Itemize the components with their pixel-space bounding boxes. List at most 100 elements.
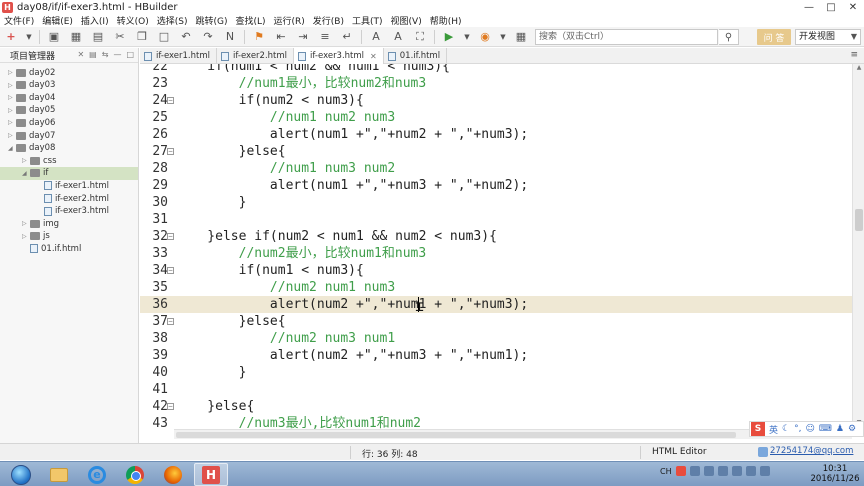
collapse-all-icon[interactable]: ▤ — [89, 50, 97, 59]
menu-file[interactable]: 文件(F) — [0, 14, 38, 27]
menu-publish[interactable]: 发行(B) — [309, 14, 348, 27]
code-line[interactable]: 35 //num2 num1 num3 — [140, 279, 852, 296]
sogou-logo-icon[interactable]: S — [751, 422, 765, 436]
collapsed-arrow-icon[interactable]: ▷ — [8, 107, 16, 114]
close-icon[interactable]: ✕ — [77, 50, 84, 59]
ime-user-icon[interactable]: ♟ — [836, 424, 844, 434]
menu-escape[interactable]: 转义(O) — [113, 14, 153, 27]
expanded-arrow-icon[interactable]: ◢ — [22, 170, 30, 177]
ime-settings-icon[interactable]: ⚙ — [848, 424, 856, 434]
network-tray-icon[interactable] — [717, 466, 728, 476]
fold-toggle-icon[interactable]: − — [167, 267, 174, 274]
fold-toggle-icon[interactable]: − — [167, 148, 174, 155]
fold-toggle-icon[interactable]: − — [167, 318, 174, 325]
ime-emoji-icon[interactable]: ☺ — [805, 424, 814, 434]
code-line[interactable]: 38 //num2 num3 num1 — [140, 330, 852, 347]
tree-folder[interactable]: ◢ if — [0, 166, 138, 180]
code-line[interactable]: 24− if(num2 < num3){ — [140, 92, 852, 109]
input-language[interactable]: CH — [660, 467, 672, 476]
preview-icon[interactable]: ▦ — [513, 29, 529, 45]
code-line[interactable]: 32− }else if(num2 < num1 && num2 < num3)… — [140, 228, 852, 245]
search-input[interactable]: 搜索（双击Ctrl） — [535, 29, 718, 45]
tree-folder[interactable]: ▷ day06 — [0, 116, 138, 129]
format-icon[interactable]: N — [222, 29, 238, 45]
menu-goto[interactable]: 跳转(G) — [191, 14, 231, 27]
menu-run[interactable]: 运行(R) — [270, 14, 309, 27]
vertical-scroll-thumb[interactable] — [855, 209, 863, 231]
tab-close-icon[interactable]: ✕ — [370, 52, 377, 61]
scroll-up-icon[interactable]: ▲ — [853, 64, 864, 74]
tree-folder[interactable]: ▷ img — [0, 217, 138, 230]
editor-tab[interactable]: if-exer1.html — [140, 48, 218, 64]
tree-folder[interactable]: ▷ js — [0, 230, 138, 243]
save-all-icon[interactable]: ▦ — [68, 29, 84, 45]
user-account-link[interactable]: 27254174@qq.com — [770, 446, 853, 456]
taskbar-hbuilder[interactable]: H — [194, 463, 228, 486]
run-icon[interactable]: ▶ — [441, 29, 457, 45]
collapsed-arrow-icon[interactable]: ▷ — [8, 132, 16, 139]
tree-folder[interactable]: ◢ day08 — [0, 142, 138, 155]
copy-icon[interactable]: ❐ — [134, 29, 150, 45]
print-icon[interactable]: ▤ — [90, 29, 106, 45]
taskbar-ie[interactable]: e — [80, 463, 114, 486]
tree-file[interactable]: if-exer2.html — [0, 192, 138, 205]
code-line[interactable]: 28 //num1 num3 num2 — [140, 160, 852, 177]
code-editor[interactable]: 22 if(num1 < num2 && num1 < num3){23 //n… — [140, 64, 852, 429]
code-line[interactable]: 34− if(num1 < num3){ — [140, 262, 852, 279]
collapsed-arrow-icon[interactable]: ▷ — [8, 119, 16, 126]
editor-tab[interactable]: if-exer2.html — [217, 48, 295, 64]
undo-icon[interactable]: ↶ — [178, 29, 194, 45]
save-icon[interactable]: ▣ — [46, 29, 62, 45]
bookmark-icon[interactable]: ⚑ — [251, 29, 267, 45]
monitor-tray-icon[interactable] — [745, 466, 756, 476]
code-line[interactable]: 30 } — [140, 194, 852, 211]
code-line[interactable]: 29 alert(num1 +","+num3 + ","+num2); — [140, 177, 852, 194]
collapsed-arrow-icon[interactable]: ▷ — [8, 94, 16, 101]
help-tray-icon[interactable] — [703, 466, 714, 476]
minimize-panel-icon[interactable]: — — [113, 50, 121, 59]
dropdown-arrow-icon[interactable]: ▼ — [499, 29, 507, 45]
qq-tray-icon[interactable] — [689, 466, 700, 476]
fold-toggle-icon[interactable]: − — [167, 233, 174, 240]
system-clock[interactable]: 10:31 2016/11/26 — [810, 464, 860, 484]
font-size-down-icon[interactable]: A — [390, 29, 406, 45]
browser-icon[interactable]: ◉ — [477, 29, 493, 45]
tree-file[interactable]: if-exer3.html — [0, 205, 138, 218]
view-mode-select[interactable]: 开发视图 ▼ — [795, 29, 861, 45]
tree-file[interactable]: 01.if.html — [0, 242, 138, 255]
ime-language[interactable]: 英 — [769, 423, 778, 436]
collapsed-arrow-icon[interactable]: ▷ — [22, 220, 30, 227]
tree-folder[interactable]: ▷ day02 — [0, 66, 138, 79]
code-line[interactable]: 25 //num1 num2 num3 — [140, 109, 852, 126]
cut-icon[interactable]: ✂ — [112, 29, 128, 45]
tab-list-icon[interactable]: ≡ — [850, 50, 858, 60]
ime-moon-icon[interactable]: ☾ — [782, 424, 790, 434]
start-button[interactable] — [4, 463, 38, 486]
code-line[interactable]: 23 //num1最小，比较num2和num3 — [140, 75, 852, 92]
indent-icon[interactable]: ⇤ — [273, 29, 289, 45]
ask-button[interactable]: 问 答 — [757, 29, 791, 45]
current-code-line[interactable]: 36 alert(num2 +","+num1 + ","+num3); ⌶ — [140, 296, 852, 315]
wrap-icon[interactable]: ↵ — [339, 29, 355, 45]
collapsed-arrow-icon[interactable]: ▷ — [22, 233, 30, 240]
menu-find[interactable]: 查找(L) — [231, 14, 269, 27]
menu-edit[interactable]: 编辑(E) — [38, 14, 77, 27]
menu-help[interactable]: 帮助(H) — [426, 14, 466, 27]
code-line[interactable]: 27− }else{ — [140, 143, 852, 160]
code-line[interactable]: 26 alert(num1 +","+num2 + ","+num3); — [140, 126, 852, 143]
paste-icon[interactable]: □ — [156, 29, 172, 45]
taskbar-chrome[interactable] — [118, 463, 152, 486]
collapsed-arrow-icon[interactable]: ▷ — [8, 82, 16, 89]
close-button[interactable]: ✕ — [842, 0, 864, 14]
ime-punct-icon[interactable]: °, — [794, 424, 801, 434]
fullscreen-icon[interactable]: ⛶ — [412, 29, 428, 45]
code-line[interactable]: 40 } — [140, 364, 852, 381]
expanded-arrow-icon[interactable]: ◢ — [8, 145, 16, 152]
code-line[interactable]: 42− }else{ — [140, 398, 852, 415]
tree-folder[interactable]: ▷ day05 — [0, 104, 138, 117]
menu-tools[interactable]: 工具(T) — [348, 14, 387, 27]
editor-tab[interactable]: if-exer3.html ✕ — [294, 48, 384, 64]
collapsed-arrow-icon[interactable]: ▷ — [8, 69, 16, 76]
comment-icon[interactable]: ≡ — [317, 29, 333, 45]
outdent-icon[interactable]: ⇥ — [295, 29, 311, 45]
